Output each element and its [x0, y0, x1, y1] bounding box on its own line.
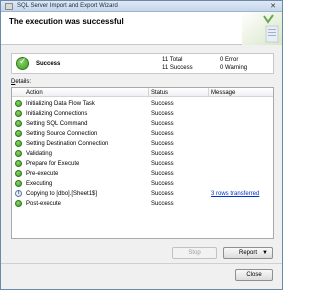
- window-close-icon[interactable]: ✕: [270, 2, 276, 10]
- success-icon: [15, 160, 22, 167]
- column-header-action[interactable]: Action: [26, 90, 43, 96]
- row-action: Validating: [26, 151, 52, 157]
- window-title: SQL Server Import and Export Wizard: [17, 3, 118, 9]
- details-table[interactable]: Action Status Message Initializing Data …: [11, 87, 274, 239]
- success-icon: [15, 140, 22, 147]
- table-row[interactable]: Prepare for Execute Success: [12, 159, 273, 168]
- row-status: Success: [151, 111, 174, 117]
- row-status: Success: [151, 101, 174, 107]
- success-icon: [15, 180, 22, 187]
- table-row[interactable]: Initializing Connections Success: [12, 109, 273, 118]
- app-icon: [5, 3, 13, 10]
- table-row[interactable]: Initializing Data Flow Task Success: [12, 99, 273, 108]
- warning-count: 0 Warning: [220, 65, 248, 71]
- close-button[interactable]: Close: [235, 269, 273, 281]
- success-icon: [15, 130, 22, 137]
- success-icon: [15, 110, 22, 117]
- row-message-link[interactable]: 3 rows transferred: [211, 191, 259, 197]
- row-status: Success: [151, 201, 174, 207]
- row-action: Copying to [dbo].[Sheet1$]: [26, 191, 98, 197]
- success-icon: [15, 150, 22, 157]
- title-bar[interactable]: SQL Server Import and Export Wizard ✕: [1, 1, 282, 12]
- wizard-header: The execution was successful: [1, 12, 282, 45]
- table-row[interactable]: Setting Source Connection Success: [12, 129, 273, 138]
- chevron-down-icon: ▼: [262, 250, 268, 256]
- success-count: 11 Success: [162, 65, 193, 71]
- table-row[interactable]: Copying to [dbo].[Sheet1$] Success 3 rows …: [12, 189, 273, 198]
- row-action: Pre-execute: [26, 171, 59, 177]
- row-action: Setting Destination Connection: [26, 141, 109, 147]
- summary-panel: Success 11 Total 11 Success 0 Error 0 Wa…: [11, 53, 274, 74]
- row-action: Initializing Data Flow Task: [26, 101, 95, 107]
- row-status: Success: [151, 171, 174, 177]
- details-label: Details:: [11, 79, 32, 85]
- row-action: Setting SQL Command: [26, 121, 88, 127]
- row-status: Success: [151, 191, 174, 197]
- row-action: Executing: [26, 181, 53, 187]
- table-header: Action Status Message: [12, 88, 273, 97]
- row-action: Initializing Connections: [26, 111, 88, 117]
- footer-divider: [1, 263, 282, 264]
- row-status: Success: [151, 151, 174, 157]
- wizard-window: SQL Server Import and Export Wizard ✕ Th…: [0, 0, 283, 290]
- table-row[interactable]: Post-execute Success: [12, 199, 273, 208]
- table-row[interactable]: Setting Destination Connection Success: [12, 139, 273, 148]
- row-status: Success: [151, 121, 174, 127]
- row-action: Post-execute: [26, 201, 62, 207]
- success-icon: [15, 170, 22, 177]
- success-icon: [16, 57, 29, 70]
- header-banner-icon: [242, 12, 282, 45]
- summary-status: Success: [36, 61, 61, 67]
- success-icon: [15, 200, 22, 207]
- report-button[interactable]: Report ▼: [223, 247, 273, 259]
- column-header-status[interactable]: Status: [151, 90, 168, 96]
- stop-button[interactable]: Stop: [172, 247, 217, 259]
- row-action: Prepare for Execute: [26, 161, 80, 167]
- total-count: 11 Total: [162, 57, 183, 63]
- table-row[interactable]: Setting SQL Command Success: [12, 119, 273, 128]
- column-header-message[interactable]: Message: [211, 90, 235, 96]
- row-status: Success: [151, 161, 174, 167]
- table-row[interactable]: Executing Success: [12, 179, 273, 188]
- error-count: 0 Error: [220, 57, 239, 63]
- page-title: The execution was successful: [9, 17, 124, 26]
- row-action: Setting Source Connection: [26, 131, 98, 137]
- success-icon: [15, 120, 22, 127]
- success-icon: [15, 100, 22, 107]
- info-icon: [15, 190, 22, 197]
- table-row[interactable]: Validating Success: [12, 149, 273, 158]
- row-status: Success: [151, 181, 174, 187]
- row-status: Success: [151, 131, 174, 137]
- table-row[interactable]: Pre-execute Success: [12, 169, 273, 178]
- row-status: Success: [151, 141, 174, 147]
